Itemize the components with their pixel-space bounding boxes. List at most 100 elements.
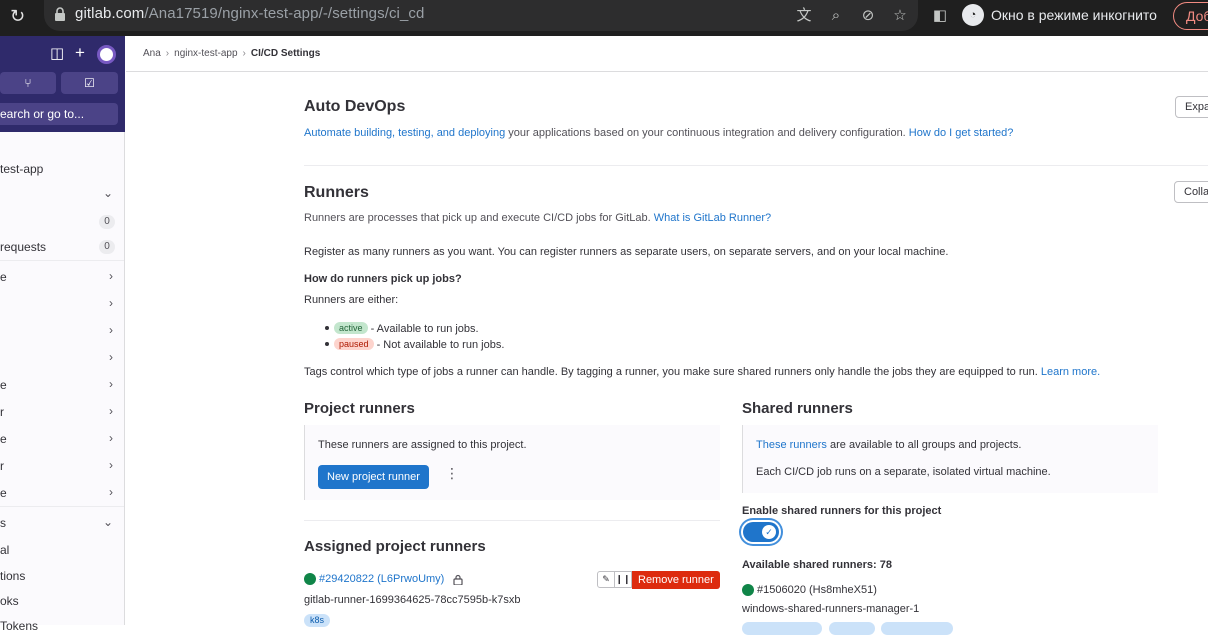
sidebar-item-integrations[interactable]: tions: [0, 566, 125, 586]
new-project-runner-button[interactable]: New project runner: [318, 465, 429, 489]
side-panel-icon[interactable]: ◧: [930, 6, 950, 26]
sidebar-item-merge-requests[interactable]: requests 0: [0, 237, 125, 257]
sidebar-header: ◫ + ⑂ ☑ earch or go to...: [0, 36, 125, 132]
url-text[interactable]: gitlab.com/Ana17519/nginx-test-app/-/set…: [75, 5, 424, 22]
sidebar-item-monitor[interactable]: r ›: [0, 456, 125, 476]
divider: [304, 165, 1208, 166]
sidebar-item-manage[interactable]: e ›: [0, 267, 125, 287]
search-input[interactable]: earch or go to...: [0, 103, 118, 125]
sidebar-item-access-tokens[interactable]: Tokens: [0, 616, 125, 636]
kebab-menu-icon[interactable]: ⋮: [445, 466, 459, 480]
paused-item: paused - Not available to run jobs.: [334, 338, 504, 351]
pause-icon: ❙❙: [615, 574, 631, 584]
auto-devops-link[interactable]: Automate building, testing, and deployin…: [304, 127, 505, 139]
what-is-runner-link[interactable]: What is GitLab Runner?: [654, 212, 771, 224]
sidebar-item-secure[interactable]: e ›: [0, 375, 125, 395]
chevron-right-icon: ›: [109, 323, 113, 337]
register-text: Register as many runners as you want. Yo…: [304, 246, 949, 258]
chevron-right-icon: ›: [109, 269, 113, 283]
project-runner-link[interactable]: #29420822 (L6PrwoUmy): [319, 573, 444, 585]
shared-runners-vm-text: Each CI/CD job runs on a separate, isola…: [756, 466, 1051, 478]
pencil-icon: ✎: [602, 574, 610, 584]
sidebar-item-label: r: [0, 405, 4, 419]
expand-button[interactable]: Expand: [1175, 96, 1208, 118]
chevron-down-icon: ⌄: [102, 186, 113, 200]
pause-runner-button[interactable]: ❙❙: [614, 571, 632, 588]
learn-more-link[interactable]: Learn more.: [1041, 366, 1100, 378]
chevron-right-icon: ›: [109, 485, 113, 499]
chevron-down-icon: ⌄: [102, 515, 113, 529]
star-icon[interactable]: ☆: [890, 6, 910, 26]
project-runner-description: gitlab-runner-1699364625-78cc7595b-k7sxb: [304, 594, 521, 606]
assigned-runners-title: Assigned project runners: [304, 538, 486, 555]
how-runners-title: How do runners pick up jobs?: [304, 273, 462, 285]
sidebar-item-pinned[interactable]: ⌄: [0, 184, 125, 204]
sidebar-item-settings[interactable]: s ⌄: [0, 513, 125, 533]
chevron-right-icon: ›: [109, 431, 113, 445]
divider: [0, 260, 124, 261]
breadcrumb-item-user[interactable]: Ana: [143, 48, 161, 59]
these-runners-link[interactable]: These runners: [756, 439, 827, 451]
sidebar-item-label: requests: [0, 240, 47, 254]
breadcrumb-item-project[interactable]: nginx-test-app: [174, 48, 237, 59]
auto-devops-title: Auto DevOps: [304, 98, 406, 115]
lock-icon: [453, 574, 463, 585]
active-text: - Available to run jobs.: [367, 323, 479, 335]
remove-runner-button[interactable]: Remove runner: [632, 571, 720, 589]
merge-requests-icon[interactable]: ⑂: [0, 72, 56, 94]
sidebar-item-label: oks: [0, 594, 19, 608]
sidebar-item-operate[interactable]: e ›: [0, 429, 125, 449]
shared-runner-id: #1506020 (Hs8mheX51): [757, 584, 877, 596]
eye-off-icon[interactable]: ⊘: [858, 6, 878, 26]
url-host: gitlab.com: [75, 5, 145, 22]
sidebar-item-code[interactable]: ›: [0, 321, 125, 341]
get-started-link[interactable]: How do I get started?: [909, 127, 1014, 139]
sidebar-item-label: e: [0, 432, 7, 446]
project-runners-text: These runners are assigned to this proje…: [318, 439, 527, 451]
url-path: /Ana17519/nginx-test-app/-/settings/ci_c…: [144, 5, 425, 22]
sidebar-item-deploy[interactable]: r ›: [0, 402, 125, 422]
chevron-right-icon: ›: [109, 296, 113, 310]
sidebar-item-label: r: [0, 459, 4, 473]
collapse-sidebar-icon[interactable]: ◫: [50, 45, 64, 63]
count-badge: 0: [99, 215, 115, 229]
edit-runner-button[interactable]: ✎: [597, 571, 615, 588]
runner-tag: [742, 622, 822, 635]
breadcrumb-current[interactable]: CI/CD Settings: [251, 48, 320, 59]
online-status-icon: [304, 573, 316, 585]
count-badge: 0: [99, 240, 115, 254]
avatar[interactable]: [97, 45, 116, 64]
enable-shared-runners-label: Enable shared runners for this project: [742, 505, 942, 517]
runner-tag: k8s: [304, 614, 331, 627]
lock-icon: [55, 7, 65, 21]
browser-action-button[interactable]: Доб: [1173, 2, 1208, 30]
reload-icon[interactable]: ↻: [10, 6, 30, 26]
shared-runner-description: windows-shared-runners-manager-1: [742, 603, 920, 615]
sidebar-item-general[interactable]: al: [0, 540, 125, 560]
check-icon: ✓: [762, 525, 776, 539]
sidebar-item-label: tions: [0, 569, 26, 583]
shared-runners-desc: are available to all groups and projects…: [826, 439, 1022, 451]
sidebar-item-label: Tokens: [0, 619, 39, 633]
paused-badge: paused: [334, 338, 374, 350]
collapse-button[interactable]: Collapse: [1174, 181, 1208, 203]
translate-icon[interactable]: 文: [794, 6, 814, 26]
plus-icon[interactable]: +: [75, 44, 85, 62]
runner-tag: [829, 622, 875, 635]
sidebar-item-build[interactable]: ›: [0, 348, 125, 368]
sidebar-item-plan[interactable]: ›: [0, 294, 125, 314]
sidebar-item-webhooks[interactable]: oks: [0, 591, 125, 611]
enable-shared-runners-toggle[interactable]: ✓: [743, 522, 779, 542]
auto-devops-description: Automate building, testing, and deployin…: [304, 127, 1013, 139]
chevron-right-icon: ›: [109, 377, 113, 391]
incognito-icon: ◔: [962, 4, 984, 26]
sidebar-item-label: e: [0, 378, 7, 392]
zoom-icon[interactable]: ⌕: [826, 6, 846, 26]
sidebar-item-analyze[interactable]: e ›: [0, 483, 125, 503]
todo-icon[interactable]: ☑: [61, 72, 118, 94]
sidebar-item-issues[interactable]: 0: [0, 212, 125, 232]
online-status-icon: [742, 584, 754, 596]
active-badge: active: [334, 322, 368, 334]
chevron-right-icon: ›: [109, 350, 113, 364]
sidebar-project-name[interactable]: test-app: [0, 159, 125, 179]
